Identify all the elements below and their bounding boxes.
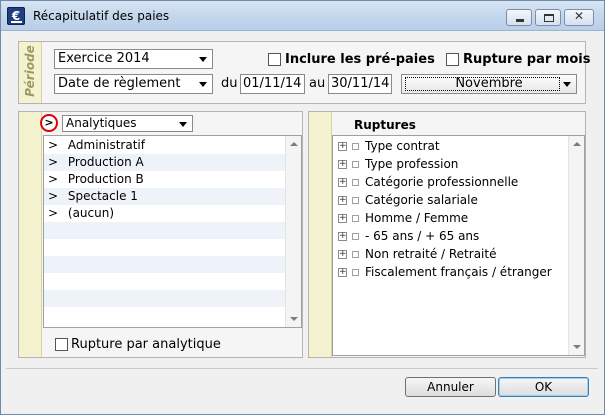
list-item-label: Production B	[67, 172, 144, 186]
expand-plus-icon[interactable]: +	[338, 214, 347, 223]
tree-item-label: Type profession	[365, 157, 459, 171]
expand-plus-icon[interactable]: +	[338, 178, 347, 187]
list-item[interactable]: > Spectacle 1	[44, 188, 286, 205]
list-item-marker: >	[48, 138, 59, 152]
tree-item-label: Catégorie professionnelle	[365, 175, 519, 189]
footer-divider	[6, 368, 598, 369]
tree-item-checkbox[interactable]	[352, 269, 359, 276]
scroll-down-icon[interactable]	[573, 345, 581, 349]
date-to-input[interactable]: 30/11/14	[328, 74, 392, 94]
analytique-strip	[19, 112, 42, 357]
empty-row	[44, 222, 286, 239]
minimize-button[interactable]	[506, 9, 532, 26]
inclure-prepaies-label[interactable]: Inclure les pré-paies	[285, 52, 435, 67]
list-item-marker: >	[48, 155, 59, 169]
au-label: au	[309, 76, 326, 91]
focus-rectangle	[405, 77, 560, 91]
empty-row	[44, 290, 286, 307]
analytique-list[interactable]: > Administratif > Production A > Product…	[43, 135, 302, 328]
empty-row	[44, 256, 286, 273]
close-icon: ✕	[573, 9, 585, 23]
list-item-marker: >	[48, 206, 59, 220]
inclure-prepaies-checkbox[interactable]	[268, 53, 281, 66]
tree-item[interactable]: + Fiscalement français / étranger	[333, 263, 569, 281]
tree-item[interactable]: + Type profession	[333, 155, 569, 173]
tree-item-label: Catégorie salariale	[365, 193, 478, 207]
expand-plus-icon[interactable]: +	[338, 196, 347, 205]
tree-item[interactable]: + - 65 ans / + 65 ans	[333, 227, 569, 245]
minimize-icon	[516, 19, 524, 22]
tree-item[interactable]: + Type contrat	[333, 137, 569, 155]
tree-item[interactable]: + Homme / Femme	[333, 209, 569, 227]
list-item[interactable]: > Production B	[44, 171, 286, 188]
tree-item-checkbox[interactable]	[352, 233, 359, 240]
analytique-select[interactable]: Analytiques	[62, 115, 193, 132]
periode-strip: Période	[19, 42, 42, 103]
chevron-down-icon	[563, 82, 571, 87]
scroll-down-icon[interactable]	[290, 317, 298, 321]
list-item-label: Administratif	[67, 138, 145, 152]
list-item-label: Production A	[67, 155, 144, 169]
expand-plus-icon[interactable]: +	[338, 160, 347, 169]
exercice-value: Exercice 2014	[58, 51, 150, 66]
maximize-icon	[544, 14, 554, 22]
tree-item-label: Type contrat	[365, 139, 440, 153]
chevron-down-icon	[199, 57, 207, 62]
expand-plus-icon[interactable]: +	[338, 232, 347, 241]
tree-item-label: - 65 ans / + 65 ans	[365, 229, 480, 243]
list-scrollbar[interactable]	[285, 136, 301, 327]
list-item[interactable]: > Production A	[44, 154, 286, 171]
ruptures-strip	[309, 112, 332, 357]
exercice-select[interactable]: Exercice 2014	[54, 49, 213, 69]
expand-plus-icon[interactable]: +	[338, 250, 347, 259]
scroll-up-icon[interactable]	[573, 142, 581, 146]
rupture-par-analytique-label[interactable]: Rupture par analytique	[71, 337, 221, 352]
date-type-value: Date de règlement	[58, 76, 181, 91]
maximize-button[interactable]	[535, 9, 561, 26]
tree-item-checkbox[interactable]	[352, 197, 359, 204]
ruptures-tree[interactable]: + Type contrat + Type profession + Catég…	[332, 135, 585, 356]
tree-item-checkbox[interactable]	[352, 251, 359, 258]
list-item-marker: >	[48, 189, 59, 203]
month-select[interactable]: Novembre	[401, 74, 577, 94]
ok-button[interactable]: OK	[498, 377, 589, 397]
tree-item-checkbox[interactable]	[352, 179, 359, 186]
rupture-par-mois-checkbox[interactable]	[446, 53, 459, 66]
list-item[interactable]: > (aucun)	[44, 205, 286, 222]
list-item-label: Spectacle 1	[67, 189, 138, 203]
tree-item[interactable]: + Catégorie professionnelle	[333, 173, 569, 191]
list-item[interactable]: > Administratif	[44, 137, 286, 154]
app-logo-icon: €	[7, 7, 25, 25]
rupture-par-mois-label[interactable]: Rupture par mois	[463, 52, 590, 67]
list-item-label: (aucun)	[67, 206, 115, 220]
chevron-down-icon	[199, 82, 207, 87]
cancel-button[interactable]: Annuler	[405, 377, 496, 397]
close-button[interactable]: ✕	[564, 9, 594, 26]
chevron-down-icon	[179, 122, 187, 127]
tree-item-checkbox[interactable]	[352, 215, 359, 222]
rupture-par-analytique-checkbox[interactable]	[55, 338, 68, 351]
scroll-up-icon[interactable]	[290, 142, 298, 146]
tree-item-label: Homme / Femme	[365, 211, 469, 225]
title-bar[interactable]: € Récapitulatif des paies ✕	[1, 1, 604, 31]
list-item-marker: >	[48, 172, 59, 186]
date-type-select[interactable]: Date de règlement	[54, 74, 213, 94]
tree-scrollbar[interactable]	[568, 136, 584, 355]
date-from-input[interactable]: 01/11/14	[240, 74, 305, 94]
periode-label: Période	[23, 45, 37, 97]
tree-item-checkbox[interactable]	[352, 143, 359, 150]
expand-plus-icon[interactable]: +	[338, 142, 347, 151]
window-title: Récapitulatif des paies	[33, 9, 170, 23]
analytique-value: Analytiques	[66, 116, 137, 130]
expand-plus-icon[interactable]: +	[338, 268, 347, 277]
tree-item-label: Non retraité / Retraité	[365, 247, 497, 261]
tree-item-label: Fiscalement français / étranger	[365, 265, 552, 279]
tree-item-checkbox[interactable]	[352, 161, 359, 168]
ruptures-title: Ruptures	[354, 118, 416, 132]
tree-item[interactable]: + Non retraité / Retraité	[333, 245, 569, 263]
tree-item[interactable]: + Catégorie salariale	[333, 191, 569, 209]
expand-toggle-button[interactable]: >	[40, 114, 58, 132]
du-label: du	[221, 76, 238, 91]
